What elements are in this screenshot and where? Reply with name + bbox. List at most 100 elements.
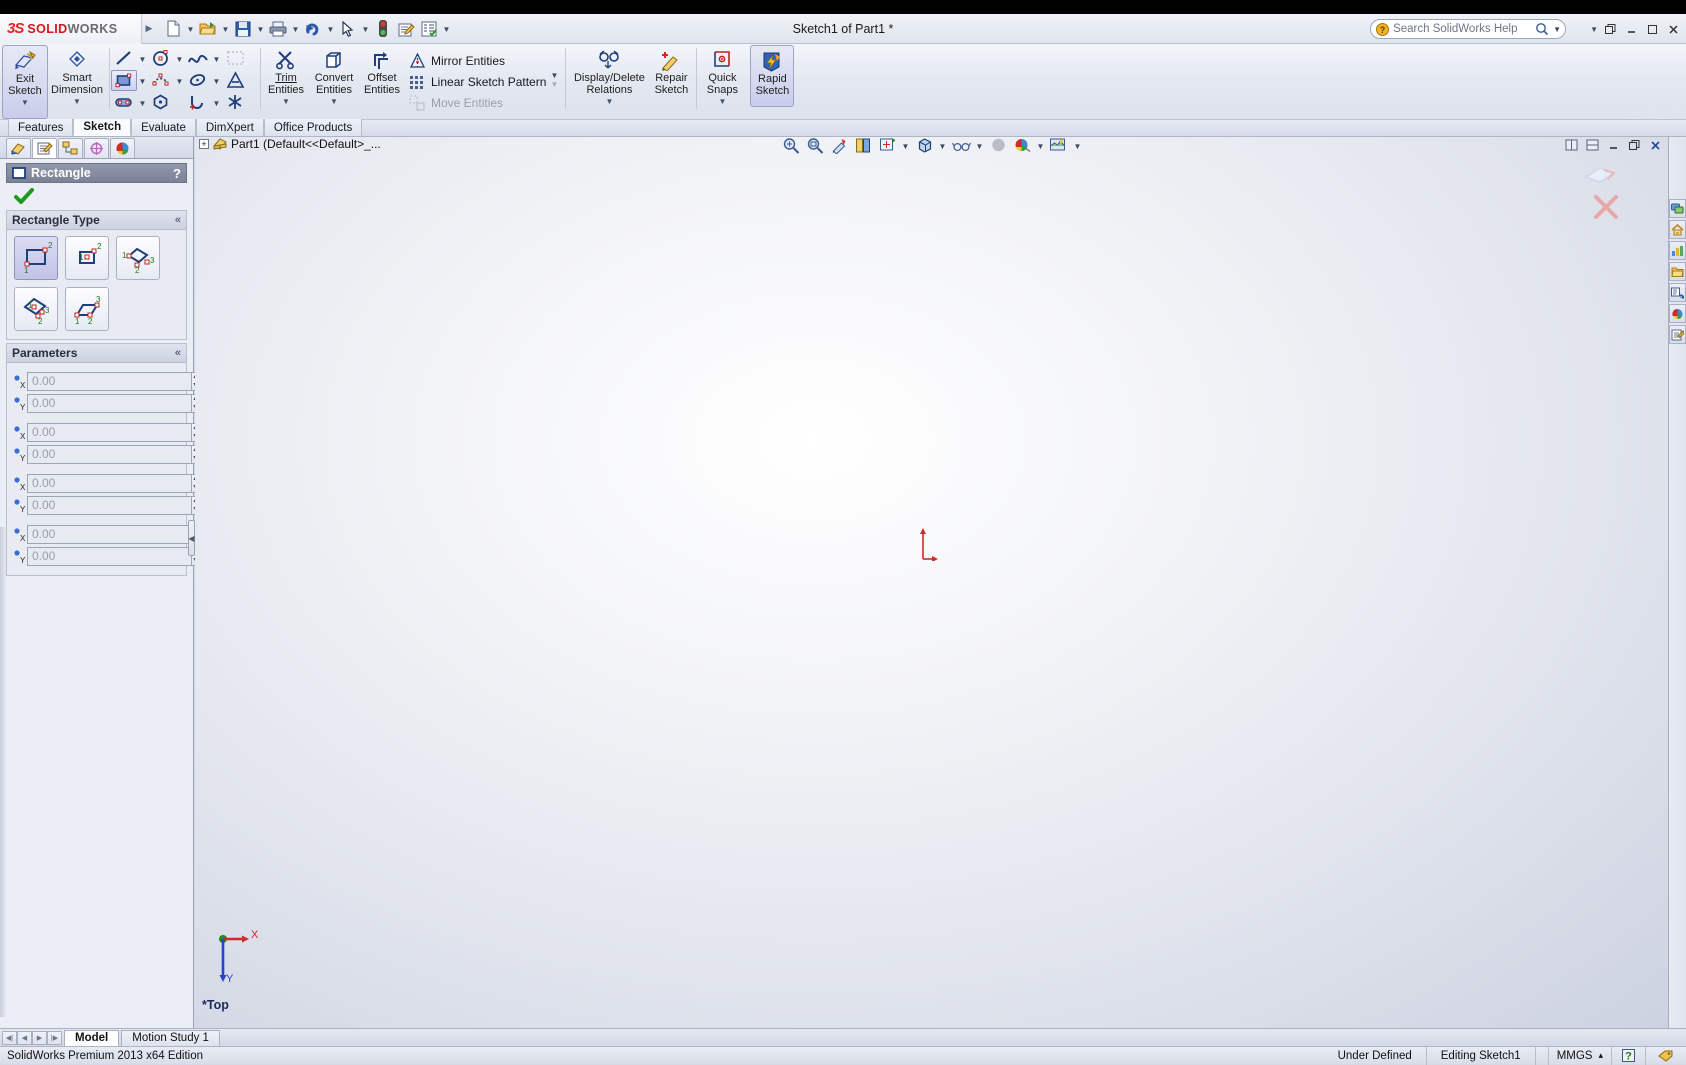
feature-tree-expand-icon[interactable]: +	[199, 139, 209, 149]
feature-tree-root[interactable]: + Part1 (Default<<Default>_...	[199, 137, 381, 151]
zoom-to-fit-button[interactable]	[780, 137, 802, 156]
point3-y-input[interactable]	[27, 495, 192, 515]
tab-office-products[interactable]: Office Products	[263, 119, 363, 136]
task-pane-design-library[interactable]	[1669, 220, 1686, 239]
help-caret-icon[interactable]: ▼	[1590, 25, 1598, 34]
new-document-caret-icon[interactable]: ▼	[185, 17, 196, 41]
nav-next-button[interactable]: ▶	[32, 1030, 47, 1045]
ok-check-icon[interactable]	[14, 187, 34, 206]
corner-rectangle-option[interactable]: 21	[14, 236, 58, 280]
open-document-caret-icon[interactable]: ▼	[220, 17, 231, 41]
ellipse-tool-button[interactable]	[185, 70, 211, 91]
repair-sketch-button[interactable]: Repair Sketch	[649, 45, 693, 119]
window-minimize-button[interactable]	[1622, 21, 1640, 37]
bottom-tab-motion-study[interactable]: Motion Study 1	[121, 1029, 220, 1046]
point1-x-input[interactable]	[27, 371, 192, 391]
point1-y-input[interactable]	[27, 393, 192, 413]
spline-point-tool-caret-icon[interactable]: ▼	[174, 70, 185, 91]
save-document-caret-icon[interactable]: ▼	[255, 17, 266, 41]
line-tool-button[interactable]	[111, 48, 137, 69]
search-dropdown-caret-icon[interactable]: ▼	[1553, 25, 1561, 34]
pm-tab-property-manager[interactable]	[32, 138, 57, 158]
select-caret-icon[interactable]: ▼	[360, 17, 371, 41]
nav-first-button[interactable]: ◀|	[2, 1030, 17, 1045]
options-caret-icon[interactable]: ▼	[441, 17, 452, 41]
view-orientation-caret-icon[interactable]: ▼	[900, 137, 911, 156]
status-units-caret-icon[interactable]: ▴	[1598, 1050, 1603, 1061]
offset-entities-button[interactable]: Offset Entities	[360, 45, 404, 119]
apply-scene-button[interactable]	[1011, 137, 1033, 156]
pm-tab-feature-tree[interactable]	[6, 138, 31, 158]
polygon-tool-button[interactable]	[148, 92, 174, 113]
pm-tab-display-manager[interactable]	[110, 138, 135, 158]
trim-entities-button[interactable]: Trim Entities ▼	[264, 45, 308, 119]
sketch-text-tool-button[interactable]	[222, 70, 248, 91]
options-button[interactable]	[418, 17, 440, 41]
viewport-single-button[interactable]	[1562, 137, 1580, 153]
window-close-button[interactable]	[1664, 21, 1682, 37]
viewport-close-button[interactable]	[1646, 137, 1664, 153]
point4-y-input[interactable]	[27, 546, 192, 566]
ellipse-tool-caret-icon[interactable]: ▼	[211, 70, 222, 91]
save-document-button[interactable]	[232, 17, 254, 41]
parallelogram-option[interactable]: 12 3	[65, 287, 109, 331]
view-settings-caret-icon[interactable]: ▼	[1072, 137, 1083, 156]
viewport-split-button[interactable]	[1583, 137, 1601, 153]
circle-tool-caret-icon[interactable]: ▼	[174, 48, 185, 69]
hide-show-items-button[interactable]	[950, 137, 972, 156]
solidworks-logo[interactable]: 3S SOLIDWORKS	[0, 13, 142, 44]
three-point-corner-rectangle-option[interactable]: 1 3 2	[116, 236, 160, 280]
point3-x-input[interactable]	[27, 473, 192, 493]
print-document-caret-icon[interactable]: ▼	[290, 17, 301, 41]
convert-entities-dropdown-icon[interactable]: ▼	[330, 97, 338, 106]
edit-appearance-button[interactable]	[987, 137, 1009, 156]
nav-last-button[interactable]: |▶	[47, 1030, 62, 1045]
task-pane-appearances-scenes[interactable]	[1669, 304, 1686, 323]
open-document-button[interactable]	[197, 17, 219, 41]
smart-dimension-dropdown-icon[interactable]: ▼	[73, 97, 81, 106]
parameters-collapse-icon[interactable]: «	[175, 347, 181, 359]
rectangle-tool-caret-icon[interactable]: ▼	[137, 70, 148, 91]
tab-evaluate[interactable]: Evaluate	[131, 119, 196, 136]
file-properties-button[interactable]	[395, 17, 417, 41]
arc-tool-caret-icon[interactable]: ▼	[211, 92, 222, 113]
quick-snaps-dropdown-icon[interactable]: ▼	[718, 97, 726, 106]
exit-sketch-dropdown-icon[interactable]: ▼	[21, 98, 29, 107]
viewport-minimize-button[interactable]	[1604, 137, 1622, 153]
status-units[interactable]: MMGS ▴	[1547, 1046, 1611, 1065]
property-manager-help-icon[interactable]: ?	[173, 166, 181, 181]
slot-tool-caret-icon[interactable]: ▼	[137, 92, 148, 113]
move-entities-caret-icon[interactable]: ▼	[546, 80, 562, 89]
point2-y-input[interactable]	[27, 444, 192, 464]
rectangle-type-collapse-icon[interactable]: «	[175, 214, 181, 226]
task-pane-custom-properties[interactable]	[1669, 325, 1686, 344]
apply-scene-caret-icon[interactable]: ▼	[1035, 137, 1046, 156]
arc-tool-button[interactable]	[185, 92, 211, 113]
point2-x-input[interactable]	[27, 422, 192, 442]
tab-features[interactable]: Features	[8, 119, 74, 136]
graphics-area[interactable]: + Part1 (Default<<Default>_... ▼ ▼ ▼ ▼ ▼…	[195, 137, 1668, 1028]
point-tool-button[interactable]	[222, 92, 248, 113]
exit-sketch-button[interactable]: Exit Sketch ▼	[2, 45, 48, 119]
viewport-restore-button[interactable]	[1625, 137, 1643, 153]
rectangle-tool-button[interactable]	[111, 69, 137, 91]
trim-entities-dropdown-icon[interactable]: ▼	[282, 97, 290, 106]
panel-splitter-handle[interactable]: ◀	[188, 520, 195, 556]
left-panel-scroll-track[interactable]	[0, 527, 6, 1017]
task-pane-view-palette[interactable]	[1669, 283, 1686, 302]
circle-tool-button[interactable]	[148, 48, 174, 69]
previous-view-button[interactable]	[828, 137, 850, 156]
view-settings-button[interactable]	[1048, 137, 1070, 156]
three-point-center-rectangle-option[interactable]: 1 32	[14, 287, 58, 331]
print-document-button[interactable]	[267, 17, 289, 41]
rapid-sketch-button[interactable]: Rapid Sketch	[750, 45, 795, 107]
window-restore-small-button[interactable]	[1601, 21, 1619, 37]
bottom-tab-model[interactable]: Model	[64, 1029, 120, 1046]
rectangle-type-section-header[interactable]: Rectangle Type «	[7, 211, 186, 230]
spline-tool-button[interactable]	[185, 48, 211, 69]
display-delete-relations-button[interactable]: Display/Delete Relations ▼	[569, 45, 649, 119]
parameters-section-header[interactable]: Parameters «	[7, 344, 186, 363]
nav-previous-button[interactable]: ◀	[17, 1030, 32, 1045]
status-tag-button[interactable]	[1645, 1046, 1686, 1065]
new-document-button[interactable]	[162, 17, 184, 41]
